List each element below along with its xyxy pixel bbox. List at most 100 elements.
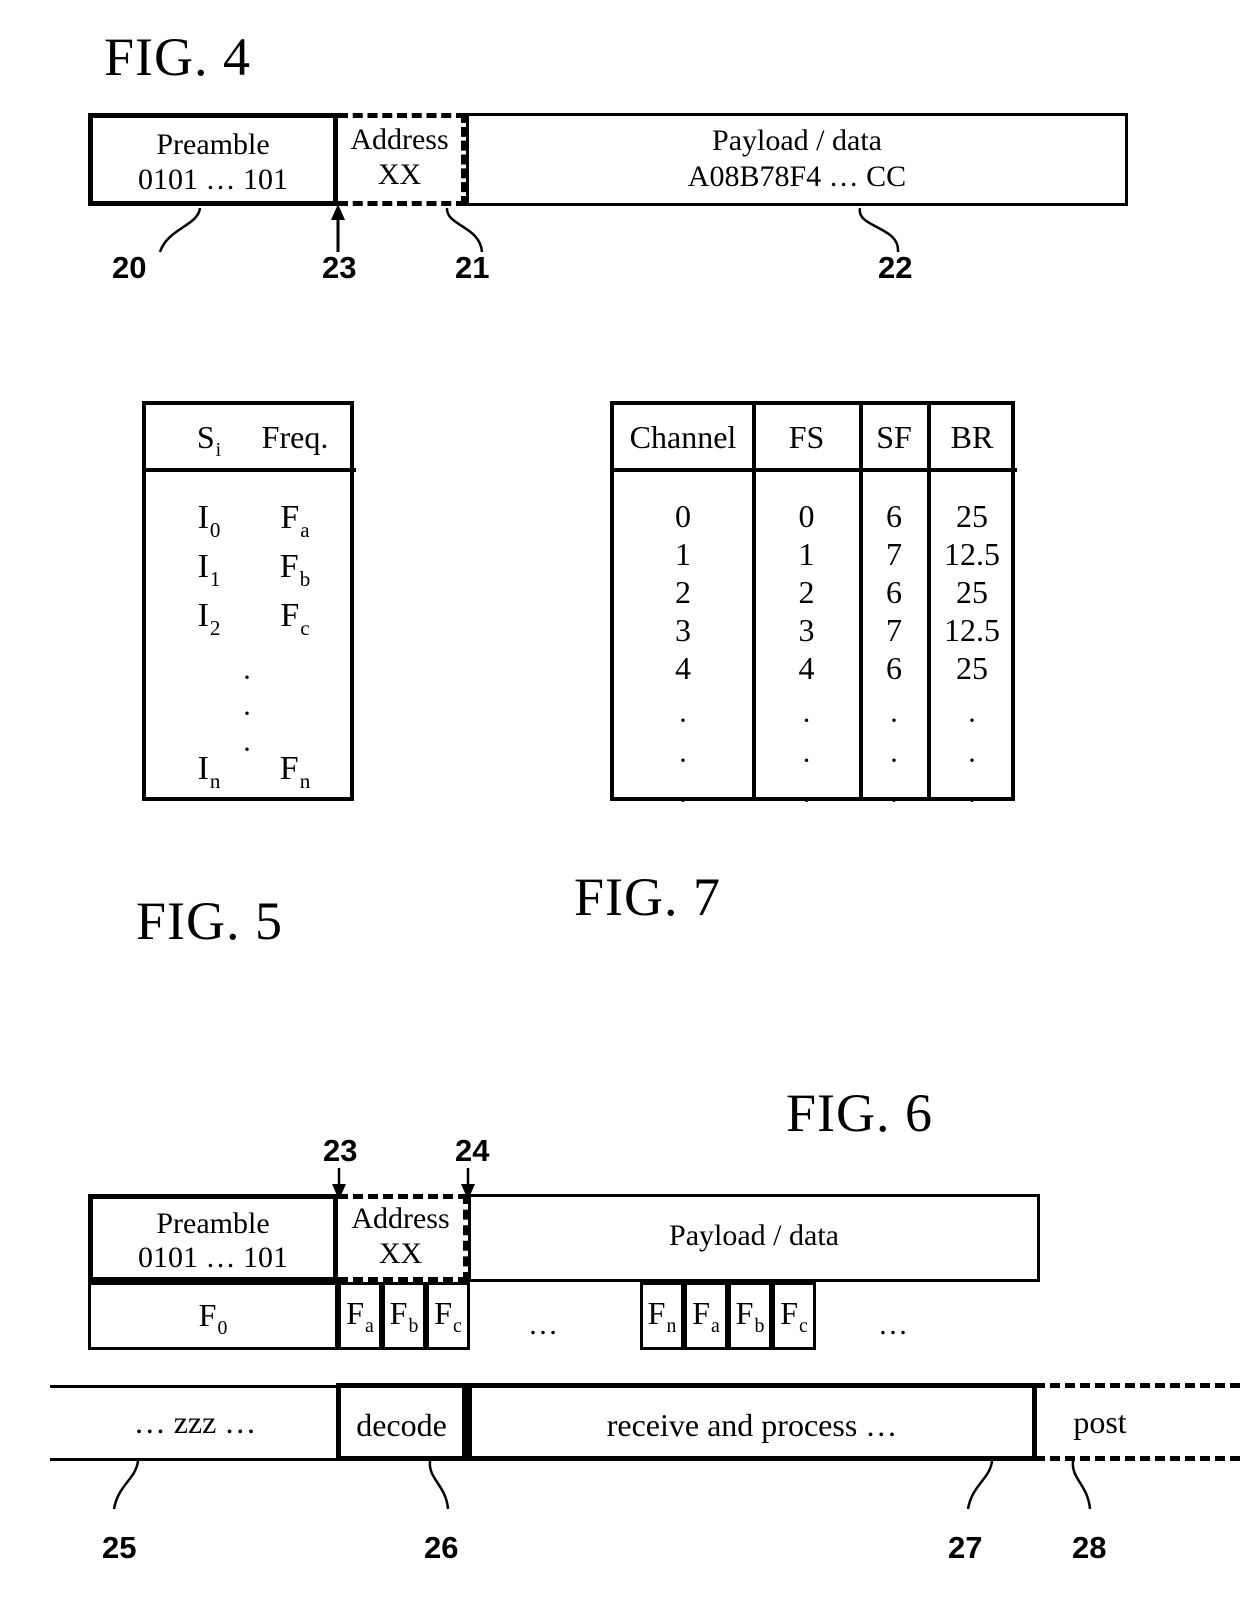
fig6-freq-c1-sub: c [452, 1315, 462, 1338]
fig4-payload-line1: Payload / data [712, 124, 882, 157]
fig6-freq-a2-sub: a [710, 1315, 720, 1338]
fig4-address-line2: XX [377, 158, 422, 191]
fig7-row-3-br: 12.5 [944, 612, 1000, 648]
fig4-preamble-line2: 0101 … 101 [138, 163, 288, 196]
fig6-freq-n2-sub: n [666, 1315, 677, 1338]
fig5-row-0-si-sub: 0 [209, 517, 221, 542]
fig6-address-box: Address XX [338, 1194, 468, 1282]
fig6-preamble-line2: 0101 … 101 [138, 1241, 288, 1274]
fig6-preamble-line1: Preamble [156, 1207, 270, 1240]
fig6-freq-n2-letter: F [647, 1295, 666, 1331]
fig7-row-3-sf: 7 [886, 612, 902, 648]
fig5-row-n-freq-sub: n [299, 768, 311, 793]
fig5-row-1-si: I1 [174, 548, 244, 592]
fig5-row-0-freq-sub: a [300, 517, 310, 542]
fig6-freq-b2-letter: F [735, 1295, 754, 1331]
fig6-freq-cell-c1: Fc [426, 1282, 470, 1350]
fig6-timeline-post-label: post [1073, 1404, 1127, 1440]
fig7-ellipsis-fs: · · · [801, 704, 812, 817]
fig5-row-n-freq: Fn [250, 750, 340, 794]
fig7-ellipsis-sf: · · · [889, 704, 899, 817]
fig7-ellipsis-br: · · · [967, 704, 977, 817]
fig5-header-si-sub: i [215, 439, 222, 462]
fig4-ref-22: 22 [878, 250, 913, 285]
fig6-freq-label-c1: Fc [429, 1295, 467, 1338]
fig6-address-line2: XX [378, 1237, 423, 1270]
fig6-freq-a1-letter: F [346, 1295, 364, 1331]
fig6-freq-base-letter: F [198, 1297, 217, 1333]
fig7-title: FIG. 7 [574, 867, 722, 927]
fig6-freq-c1-letter: F [434, 1295, 452, 1331]
fig6-freq-label-a2: Fa [687, 1295, 725, 1338]
fig7-row-0-fs: 0 [798, 498, 815, 534]
fig4-preamble-box: Preamble 0101 … 101 [88, 113, 338, 206]
fig7-row-0-br: 25 [956, 498, 988, 534]
fig5-row-2-freq-base: F [280, 597, 300, 634]
fig7-row-2-br: 25 [956, 574, 988, 610]
fig6-freq-gap-2: … [878, 1308, 910, 1341]
fig5-row-n-si-base: I [197, 750, 209, 787]
fig7-row-3-fs: 3 [798, 612, 815, 648]
fig6-freq-cell-b1: Fb [382, 1282, 426, 1350]
fig6-freq-a2-letter: F [692, 1295, 710, 1331]
fig5-header-freq: Freq. [261, 419, 329, 455]
fig6-ref-25: 25 [102, 1530, 137, 1565]
fig4-ref-21: 21 [455, 250, 490, 285]
fig6-ref-28: 28 [1072, 1530, 1107, 1565]
fig6-freq-c2-sub: c [798, 1315, 808, 1338]
fig7-row-1-sf: 7 [886, 536, 902, 572]
fig6-freq-label-a1: Fa [341, 1295, 379, 1338]
fig4-ref-23: 23 [322, 250, 357, 285]
fig5-row-0-si-base: I [197, 499, 209, 536]
fig6-timeline-process-box: receive and process … [467, 1383, 1037, 1461]
fig7-row-1-fs: 1 [798, 536, 815, 572]
fig7-row-3-channel: 3 [675, 612, 691, 648]
fig6-freq-c2-letter: F [780, 1295, 798, 1331]
fig6-freq-base-label: F0 [91, 1297, 335, 1340]
fig4-address-box: Address XX [338, 113, 466, 206]
fig7-row-2-channel: 2 [675, 574, 691, 610]
fig6-timeline-decode-label: decode [356, 1407, 447, 1443]
fig6-freq-b2-sub: b [754, 1315, 765, 1338]
fig4-payload-box: Payload / data A08B78F4 … CC [466, 113, 1128, 206]
fig6-freq-cell-b2: Fb [728, 1282, 772, 1350]
fig6-freq-label-c2: Fc [775, 1295, 813, 1338]
fig6-freq-cell-a1: Fa [338, 1282, 382, 1350]
fig5-row-1-freq-base: F [279, 548, 299, 585]
fig6-freq-base-sub: 0 [217, 1317, 228, 1340]
fig7-row-4-sf: 6 [886, 650, 902, 686]
fig7-row-0-sf: 6 [886, 498, 902, 534]
fig7-row-2-fs: 2 [798, 574, 815, 610]
fig5-row-2-si-base: I [197, 597, 209, 634]
fig7-row-1-br: 12.5 [944, 536, 1000, 572]
fig5-row-0-si: I0 [174, 499, 244, 543]
fig5-row-1-freq: Fb [250, 548, 340, 592]
fig6-payload-line1: Payload / data [669, 1219, 839, 1252]
fig6-freq-a1-sub: a [364, 1315, 374, 1338]
fig5-row-1-si-base: I [197, 548, 209, 585]
fig5-row-0-freq-base: F [280, 499, 300, 536]
fig6-timeline-process-label: receive and process … [606, 1407, 898, 1443]
fig6-timeline-post-top [1035, 1383, 1240, 1388]
fig7-header-fs: FS [788, 419, 825, 455]
fig5-row-2-si: I2 [174, 597, 244, 641]
fig4-payload-line2: A08B78F4 … CC [687, 160, 907, 193]
fig6-freq-base-cell: F0 [88, 1282, 338, 1350]
fig6-ref-26: 26 [424, 1530, 459, 1565]
fig6-ref-27: 27 [948, 1530, 983, 1565]
fig6-freq-label-n2: Fn [643, 1295, 681, 1338]
fig5-header-si-base: S [196, 419, 215, 455]
fig6-timeline-leaders [112, 1460, 1092, 1510]
fig6-payload-box: Payload / data [468, 1194, 1040, 1282]
fig4-ref-20: 20 [112, 250, 147, 285]
fig6-title: FIG. 6 [786, 1083, 934, 1143]
fig4-preamble-line1: Preamble [156, 128, 270, 161]
fig5-row-n-freq-base: F [279, 750, 299, 787]
fig6-freq-b1-sub: b [408, 1315, 419, 1338]
fig6-freq-b1-letter: F [389, 1295, 408, 1331]
fig5-row-n-si: In [174, 750, 244, 794]
fig6-freq-gap-1: … [528, 1308, 560, 1341]
patent-figure-sheet: FIG. 4 Preamble 0101 … 101 Address XX Pa… [0, 0, 1240, 1604]
fig5-row-1-si-sub: 1 [209, 566, 221, 591]
fig7-row-4-channel: 4 [675, 650, 691, 686]
